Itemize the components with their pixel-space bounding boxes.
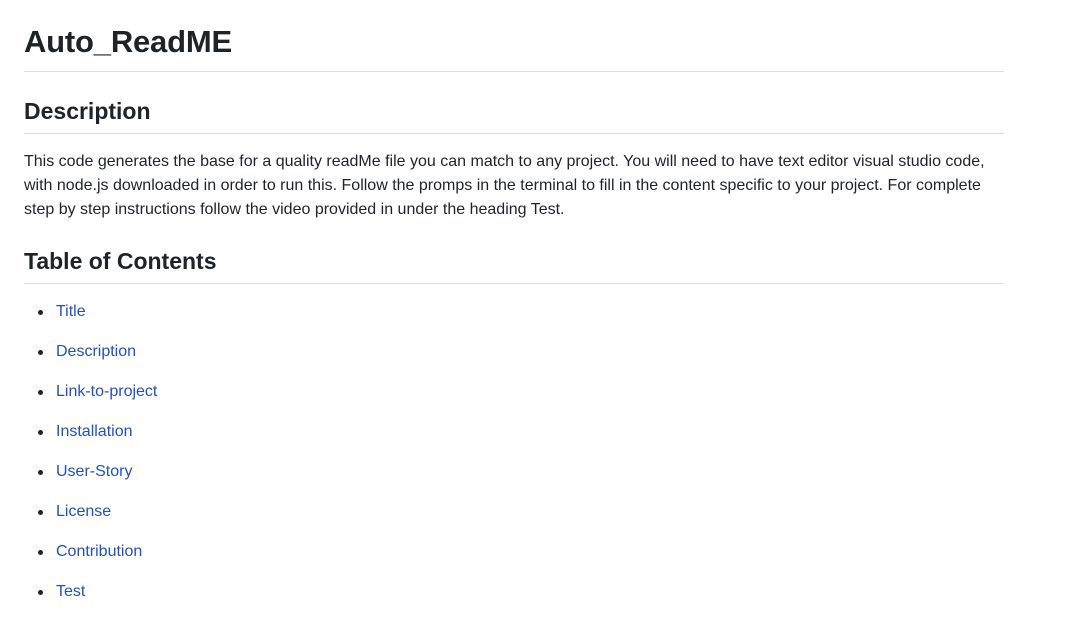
toc-item-link-to-project: Link-to-project <box>24 380 1004 420</box>
bullet-icon <box>38 470 43 475</box>
bullet-icon <box>38 550 43 555</box>
toc-item-license: License <box>24 500 1004 540</box>
bullet-icon <box>38 350 43 355</box>
toc-link-user-story[interactable]: User-Story <box>56 463 132 480</box>
toc-item-contribution: Contribution <box>24 540 1004 580</box>
toc-item-user-story: User-Story <box>24 460 1004 500</box>
description-text: This code generates the base for a quali… <box>24 153 985 218</box>
toc-link-contribution[interactable]: Contribution <box>56 543 142 560</box>
toc-link-test[interactable]: Test <box>56 583 85 600</box>
toc-item-description: Description <box>24 340 1004 380</box>
toc-link-link-to-project[interactable]: Link-to-project <box>56 383 157 400</box>
bullet-icon <box>38 590 43 595</box>
bullet-icon <box>38 510 43 515</box>
toc-item-test: Test <box>24 580 1004 620</box>
toc-link-description[interactable]: Description <box>56 343 136 360</box>
toc-list: Title Description Link-to-project Instal… <box>24 300 1004 620</box>
readme-content: Auto_ReadME Description This code genera… <box>24 0 1004 620</box>
toc-link-title[interactable]: Title <box>56 303 86 320</box>
page-title: Auto_ReadME <box>24 22 1004 72</box>
toc-item-title: Title <box>24 300 1004 340</box>
toc-item-installation: Installation <box>24 420 1004 460</box>
description-heading: Description <box>24 96 1004 134</box>
toc-heading: Table of Contents <box>24 246 1004 284</box>
bullet-icon <box>38 390 43 395</box>
bullet-icon <box>38 310 43 315</box>
toc-link-license[interactable]: License <box>56 503 111 520</box>
toc-link-installation[interactable]: Installation <box>56 423 133 440</box>
bullet-icon <box>38 430 43 435</box>
